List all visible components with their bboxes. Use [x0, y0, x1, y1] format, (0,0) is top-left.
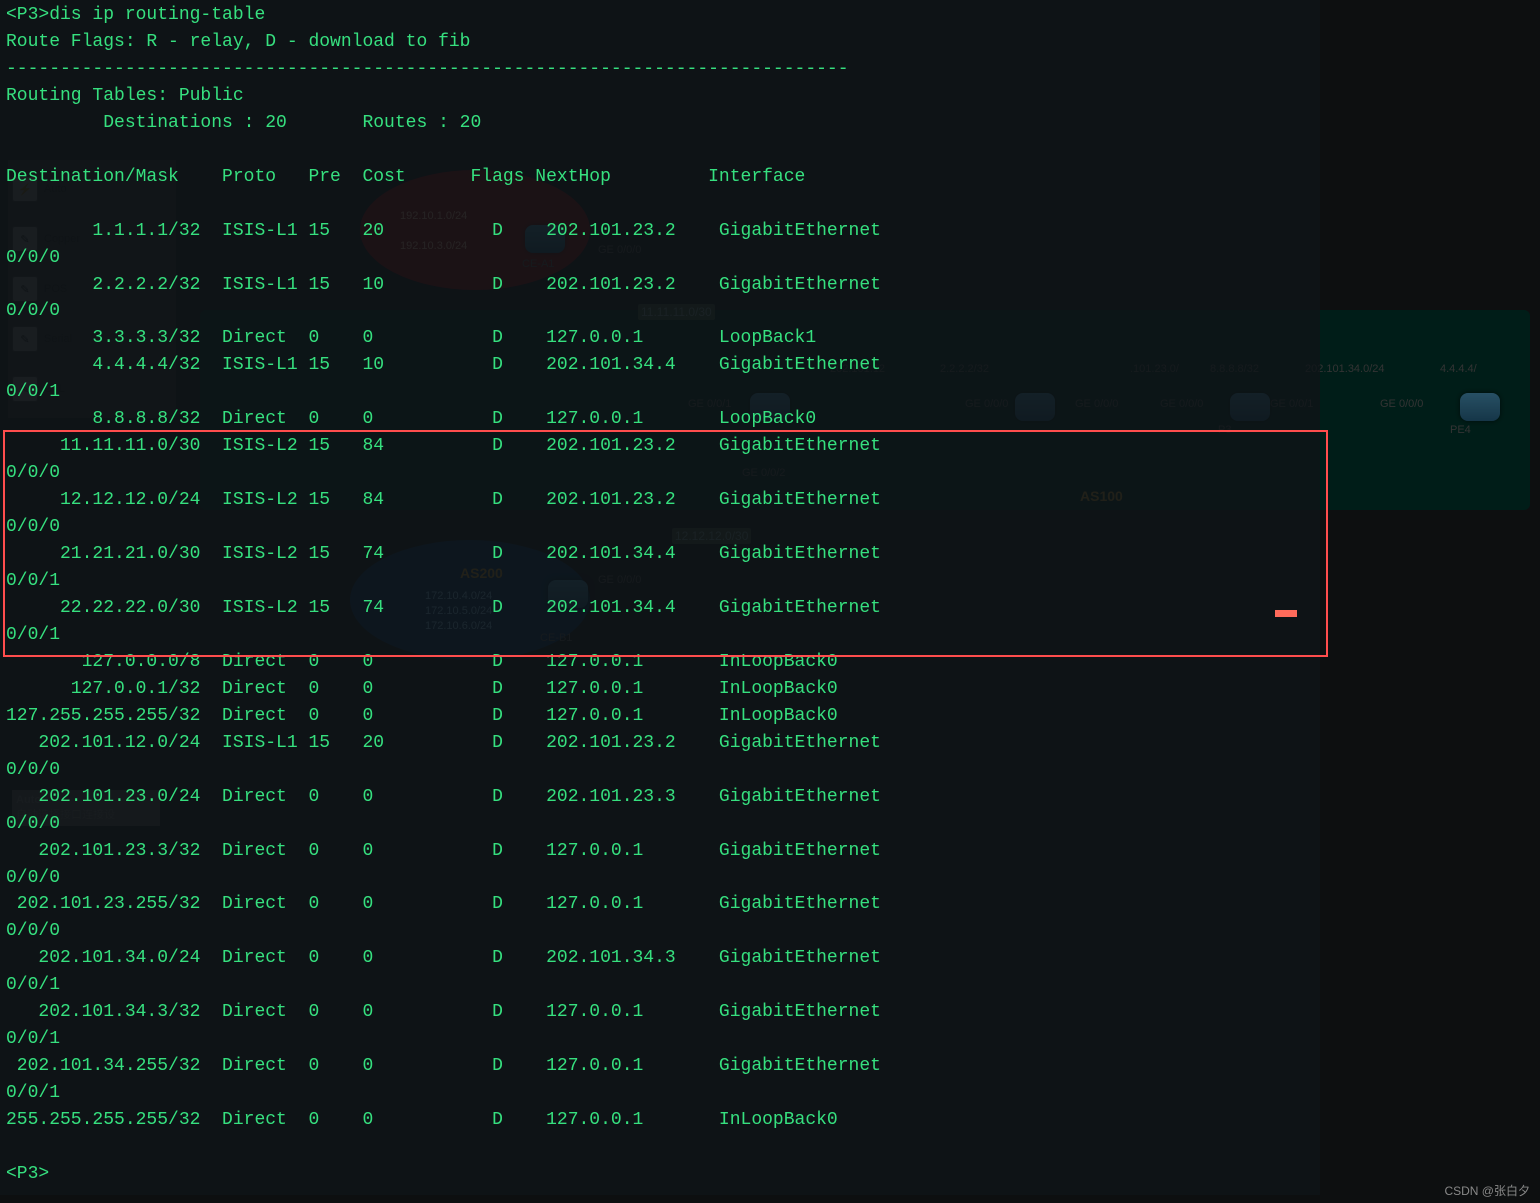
router-icon[interactable] [1460, 393, 1500, 421]
diag-port-label: GE 0/0/0 [1380, 398, 1423, 410]
diag-seg-label: 4.4.4.4/ [1440, 363, 1477, 375]
terminal-cursor [1275, 610, 1297, 617]
csdn-watermark: CSDN @张白夕 [1444, 1182, 1530, 1199]
terminal-window[interactable]: <P3>dis ip routing-table Route Flags: R … [0, 0, 1320, 1195]
diag-node-label: PE4 [1450, 424, 1471, 436]
